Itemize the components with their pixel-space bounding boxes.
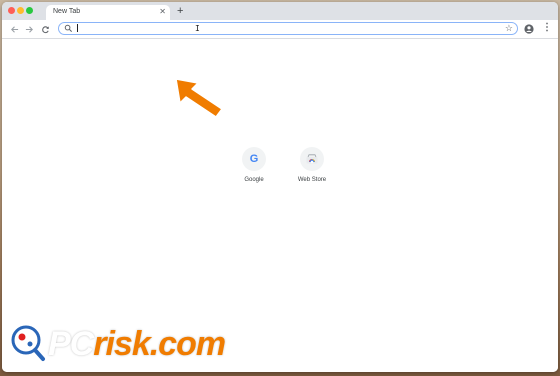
text-caret — [77, 24, 78, 32]
close-icon[interactable]: ✕ — [159, 7, 166, 17]
shortcut-label: Google — [244, 177, 264, 183]
zoom-window-button[interactable] — [26, 7, 33, 14]
arrow-right-icon[interactable] — [23, 23, 35, 35]
watermark: PCrisk.com — [8, 322, 258, 366]
address-input[interactable] — [75, 23, 495, 33]
arrow-left-icon[interactable] — [8, 23, 20, 35]
search-icon — [64, 24, 73, 33]
tab-title: New Tab — [53, 8, 81, 15]
star-icon[interactable]: ☆ — [505, 23, 513, 33]
watermark-text: PCrisk.com — [48, 325, 226, 363]
text-cursor-icon: I — [195, 24, 200, 33]
magnifier-logo-icon — [11, 325, 45, 361]
close-window-button[interactable] — [8, 7, 15, 14]
reload-icon[interactable] — [39, 23, 51, 35]
shortcut-web-store[interactable]: Web Store — [290, 147, 334, 183]
web-store-icon — [300, 147, 324, 171]
shortcut-google[interactable]: G Google — [232, 147, 276, 183]
pointer-arrow-icon — [175, 78, 223, 118]
plus-icon[interactable]: + — [177, 6, 183, 17]
more-vertical-icon[interactable]: ⋮ — [542, 22, 552, 34]
tab-new-tab[interactable]: New Tab ✕ — [46, 5, 170, 20]
minimize-window-button[interactable] — [17, 7, 24, 14]
shortcut-label: Web Store — [297, 177, 327, 183]
google-icon: G — [242, 147, 266, 171]
tab-strip: New Tab ✕ + — [2, 2, 558, 20]
browser-window: New Tab ✕ + I ☆ ⋮ G Google Web Store — [2, 2, 558, 372]
toolbar: I ☆ ⋮ — [2, 20, 558, 39]
address-bar[interactable]: I ☆ — [58, 22, 518, 35]
profile-icon[interactable] — [524, 24, 534, 34]
